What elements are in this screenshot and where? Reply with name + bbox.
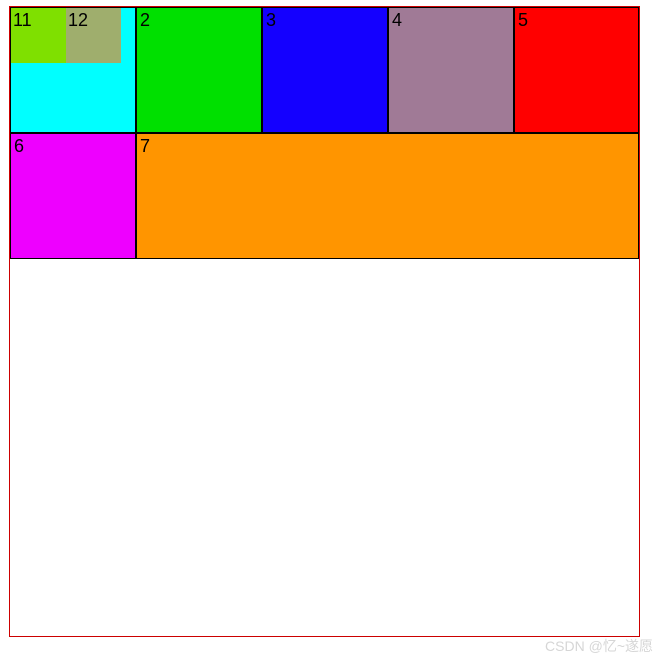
- cell-2-label: 2: [140, 10, 150, 32]
- cell-5-label: 5: [518, 10, 528, 32]
- cell-3: 3: [262, 7, 388, 133]
- inner-cell-11: 11: [11, 8, 66, 63]
- cell-1-inner-row: 11 12: [11, 8, 121, 63]
- cell-7-label: 7: [140, 136, 150, 158]
- cell-5: 5: [514, 7, 639, 133]
- cell-7: 7: [136, 133, 639, 259]
- cell-6: 6: [10, 133, 136, 259]
- inner-12-label: 12: [68, 10, 88, 32]
- flex-container: 1 11 12 2 3 4 5 6 7: [9, 6, 640, 637]
- cell-6-label: 6: [14, 136, 24, 158]
- inner-cell-12: 12: [66, 8, 121, 63]
- watermark-text: CSDN @忆~遂愿: [545, 636, 653, 656]
- inner-11-label: 11: [13, 10, 32, 32]
- cell-4-label: 4: [392, 10, 402, 32]
- cell-2: 2: [136, 7, 262, 133]
- cell-4: 4: [388, 7, 514, 133]
- cell-1: 1 11 12: [10, 7, 136, 133]
- cell-3-label: 3: [266, 10, 276, 32]
